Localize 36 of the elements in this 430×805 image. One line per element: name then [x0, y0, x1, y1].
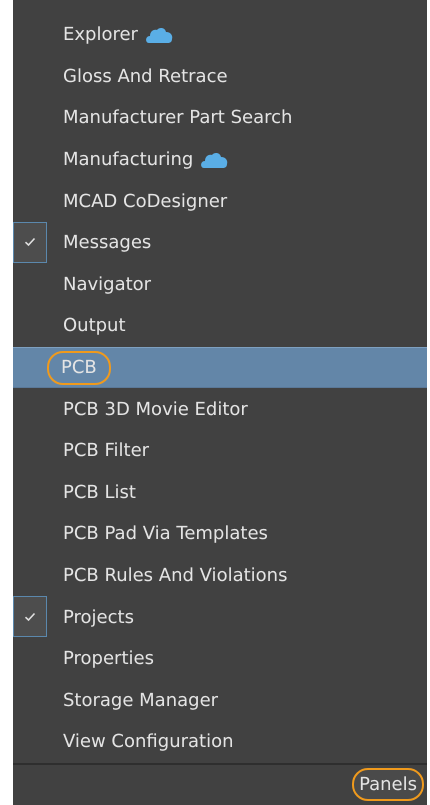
menu-item[interactable]: Properties — [13, 638, 427, 680]
item-label: Output — [62, 314, 127, 338]
item-label: Manufacturing — [62, 148, 194, 172]
menu-item[interactable]: PCB 3D Movie Editor — [13, 388, 427, 430]
menu-item[interactable]: PCB List — [13, 472, 427, 514]
item-label: Properties — [62, 647, 155, 672]
menu-item[interactable]: PCB Rules And Violations — [13, 554, 427, 596]
item-label: PCB — [47, 350, 111, 385]
menu-item[interactable]: Gloss And Retrace — [13, 56, 427, 98]
menu-item[interactable]: Messages — [13, 222, 427, 264]
item-label: PCB Filter — [62, 439, 150, 464]
item-label: PCB Rules And Violations — [62, 564, 288, 588]
item-label: Projects — [62, 606, 135, 630]
item-label: Explorer — [62, 23, 139, 48]
menu-item[interactable]: Navigator — [13, 264, 427, 306]
item-label: PCB Pad Via Templates — [62, 522, 269, 546]
item-label: Gloss And Retrace — [62, 64, 229, 89]
item-label: Storage Manager — [62, 688, 220, 713]
item-label: Manufacturer Part Search — [62, 106, 294, 130]
menu-item[interactable]: MCAD CoDesigner — [13, 180, 427, 222]
menu-item[interactable]: Storage Manager — [13, 680, 427, 722]
item-label: Navigator — [62, 272, 152, 297]
menu-item[interactable]: PCB Pad Via Templates — [13, 513, 427, 555]
item-label: PCB 3D Movie Editor — [62, 398, 249, 422]
item-label: PCB List — [62, 480, 137, 505]
menu-item[interactable]: Projects — [13, 596, 427, 638]
menu-item[interactable]: Manufacturing — [13, 138, 427, 180]
menu-item[interactable]: Output — [13, 305, 427, 347]
menu-item[interactable]: View Configuration — [13, 721, 427, 763]
menu-item[interactable]: Explorer — [13, 14, 427, 56]
item-label: View Configuration — [62, 730, 235, 754]
item-label: MCAD CoDesigner — [62, 190, 228, 214]
panels-button[interactable]: Panels — [352, 768, 424, 802]
item-label: Messages — [62, 231, 152, 256]
menu-item[interactable]: Manufacturer Part Search — [13, 97, 427, 139]
menu-item[interactable]: PCB Filter — [13, 430, 427, 472]
